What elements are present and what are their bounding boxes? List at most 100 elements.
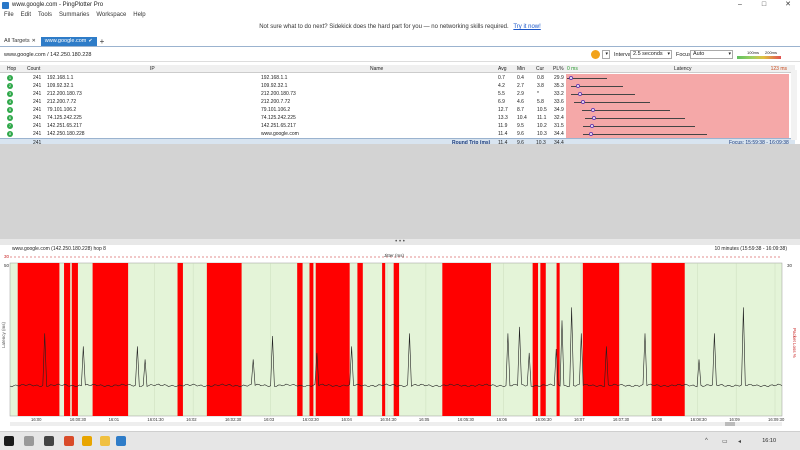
cell-avg: 13.3: [498, 115, 508, 121]
pingplotter-taskbar-icon[interactable]: [116, 436, 126, 446]
cell-hop: 8: [7, 131, 13, 137]
menu-workspace[interactable]: Workspace: [96, 12, 126, 18]
latency-range-line: [584, 118, 685, 119]
network-icon[interactable]: ▭: [722, 438, 728, 445]
tray-chevron-icon[interactable]: ^: [705, 438, 708, 444]
table-scrollbar[interactable]: [791, 70, 797, 140]
cell-min: 9.6: [517, 131, 524, 137]
cell-pl: 33.6: [554, 99, 564, 105]
col-pl[interactable]: PL%: [553, 65, 564, 73]
cell-avg: 11.4: [498, 131, 508, 137]
interval-select[interactable]: 2.5 seconds: [630, 50, 672, 59]
minimize-icon[interactable]: –: [728, 0, 752, 10]
col-name[interactable]: Name: [370, 65, 383, 73]
table-row[interactable]: 2 241 109.92.32.1 109.92.32.1 4.2 2.7 3.8 35.3: [0, 82, 795, 90]
table-row[interactable]: 6 241 74.125.242.225 74.125.242.225 13.3 10.4…: [0, 114, 795, 122]
x-tick-label: 16:03:30: [303, 417, 320, 422]
folder-icon[interactable]: [100, 436, 110, 446]
banner-link[interactable]: Try it now!: [513, 24, 540, 30]
cell-min: 8.7: [517, 107, 524, 113]
cell-hop: 6: [7, 115, 13, 121]
cell-cur: 0.8: [537, 75, 544, 81]
table-row[interactable]: 8 241 142.250.180.228 www.google.com 11.4 9.6…: [0, 130, 795, 138]
pause-icon[interactable]: [591, 50, 600, 59]
y-axis-label: Latency (ms): [1, 321, 6, 348]
cell-count: 241: [33, 75, 42, 81]
latency-avg-marker: [591, 108, 596, 112]
add-tab-icon[interactable]: +: [100, 37, 105, 46]
table-row[interactable]: 7 241 142.251.65.217 142.251.65.217 11.9 9.5 1…: [0, 122, 795, 130]
x-tick-label: 16:07: [574, 417, 585, 422]
menu-edit[interactable]: Edit: [21, 12, 31, 18]
packet-loss-block: [651, 263, 685, 416]
tab-all-targets[interactable]: All Targets ✕: [0, 37, 40, 46]
jitter-scale: 30: [4, 254, 10, 259]
cell-pl: 34.4: [554, 131, 564, 137]
cell-ip: 142.250.180.228: [47, 131, 85, 137]
table-row[interactable]: 3 241 212.200.180.73 212.200.180.73 5.5 2.9 * 3…: [0, 90, 795, 98]
window-controls: – □ ✕: [728, 0, 800, 10]
x-tick-label: 16:03: [264, 417, 275, 422]
app-icon-1[interactable]: [64, 436, 74, 446]
promo-banner: Not sure what to do next? Sidekick does …: [0, 24, 800, 34]
x-axis-labels: 16:00 16:00:30 16:01 16:01:30 16:02 16:02:30 1…: [31, 417, 785, 422]
cell-hop: 3: [7, 91, 13, 97]
packet-loss-block: [64, 263, 71, 416]
y-top-label: 50: [4, 263, 10, 268]
cell-ip: 212.200.7.72: [47, 99, 77, 105]
latency-range-line: [574, 102, 651, 103]
scale-bar: [737, 56, 781, 59]
menu-tools[interactable]: Tools: [38, 12, 52, 18]
col-hop[interactable]: Hop: [7, 65, 16, 73]
graph-range[interactable]: 10 minutes (15:59:38 - 16:09:38): [714, 246, 787, 252]
table-row[interactable]: 5 241 79.101.106.2 79.101.106.2 12.7 8.7 10.5 3…: [0, 106, 795, 114]
packet-loss-block: [382, 263, 386, 416]
packet-loss-block: [315, 263, 350, 416]
jitter-label: Jitter (ms): [384, 253, 404, 258]
cell-pl: 33.2: [554, 91, 564, 97]
maximize-icon[interactable]: □: [752, 0, 776, 10]
latency-cell: [566, 74, 789, 82]
table-row[interactable]: 4 241 212.200.7.72 212.200.7.72 6.9 4.6 5.8 33.…: [0, 98, 795, 106]
graph-title: www.google.com (142.250.180.228) hop 8: [12, 246, 106, 252]
timeline-graph[interactable]: Jitter (ms) 30 50 30 Latency (ms) Packet…: [0, 253, 800, 427]
menu-summaries[interactable]: Summaries: [59, 12, 89, 18]
table-row[interactable]: 1 241 192.168.1.1 192.168.1.1 0.7 0.4 0.8 29.9: [0, 74, 795, 82]
graph-scroll-thumb[interactable]: [725, 422, 735, 426]
col-cur[interactable]: Cur: [536, 65, 544, 73]
scale-low: 100ms: [747, 50, 760, 55]
close-tab-icon[interactable]: ✕: [32, 37, 36, 46]
search-icon[interactable]: [24, 436, 34, 446]
x-tick-label: 16:07:30: [613, 417, 630, 422]
col-count[interactable]: Count: [27, 65, 40, 73]
col-min[interactable]: Min: [517, 65, 525, 73]
packet-loss-block: [556, 263, 560, 416]
table-header: Hop Count IP Name Avg Min Cur PL% 0 ms L…: [0, 65, 795, 73]
packet-loss-block: [177, 263, 183, 416]
x-tick-label: 16:09:30: [768, 417, 785, 422]
menu-help[interactable]: Help: [133, 12, 145, 18]
col-ip[interactable]: IP: [150, 65, 155, 73]
firefox-icon[interactable]: [82, 436, 92, 446]
cell-count: 241: [33, 123, 42, 129]
cell-min: 2.9: [517, 91, 524, 97]
cell-hop: 5: [7, 107, 13, 113]
menu-file[interactable]: File: [4, 12, 14, 18]
clock[interactable]: 16:10: [762, 438, 776, 444]
cell-ip: 109.92.32.1: [47, 83, 74, 89]
start-icon[interactable]: [4, 436, 14, 446]
volume-icon[interactable]: ◂: [738, 438, 741, 445]
close-icon[interactable]: ✕: [776, 0, 800, 10]
focus-select[interactable]: Auto: [690, 50, 733, 59]
pause-dropdown[interactable]: [602, 50, 610, 59]
cell-hop: 4: [7, 99, 13, 105]
latency-cell: [566, 114, 789, 122]
tab-target[interactable]: www.google.com ✔: [40, 37, 97, 46]
cell-name: 212.200.7.72: [261, 99, 291, 105]
col-avg[interactable]: Avg: [498, 65, 507, 73]
task-view-icon[interactable]: [44, 436, 54, 446]
cell-pl: 32.4: [554, 115, 564, 121]
col-latency[interactable]: 0 ms Latency 123 ms: [566, 65, 789, 73]
packet-loss-block: [442, 263, 491, 416]
graph-scrollbar[interactable]: [10, 422, 782, 426]
